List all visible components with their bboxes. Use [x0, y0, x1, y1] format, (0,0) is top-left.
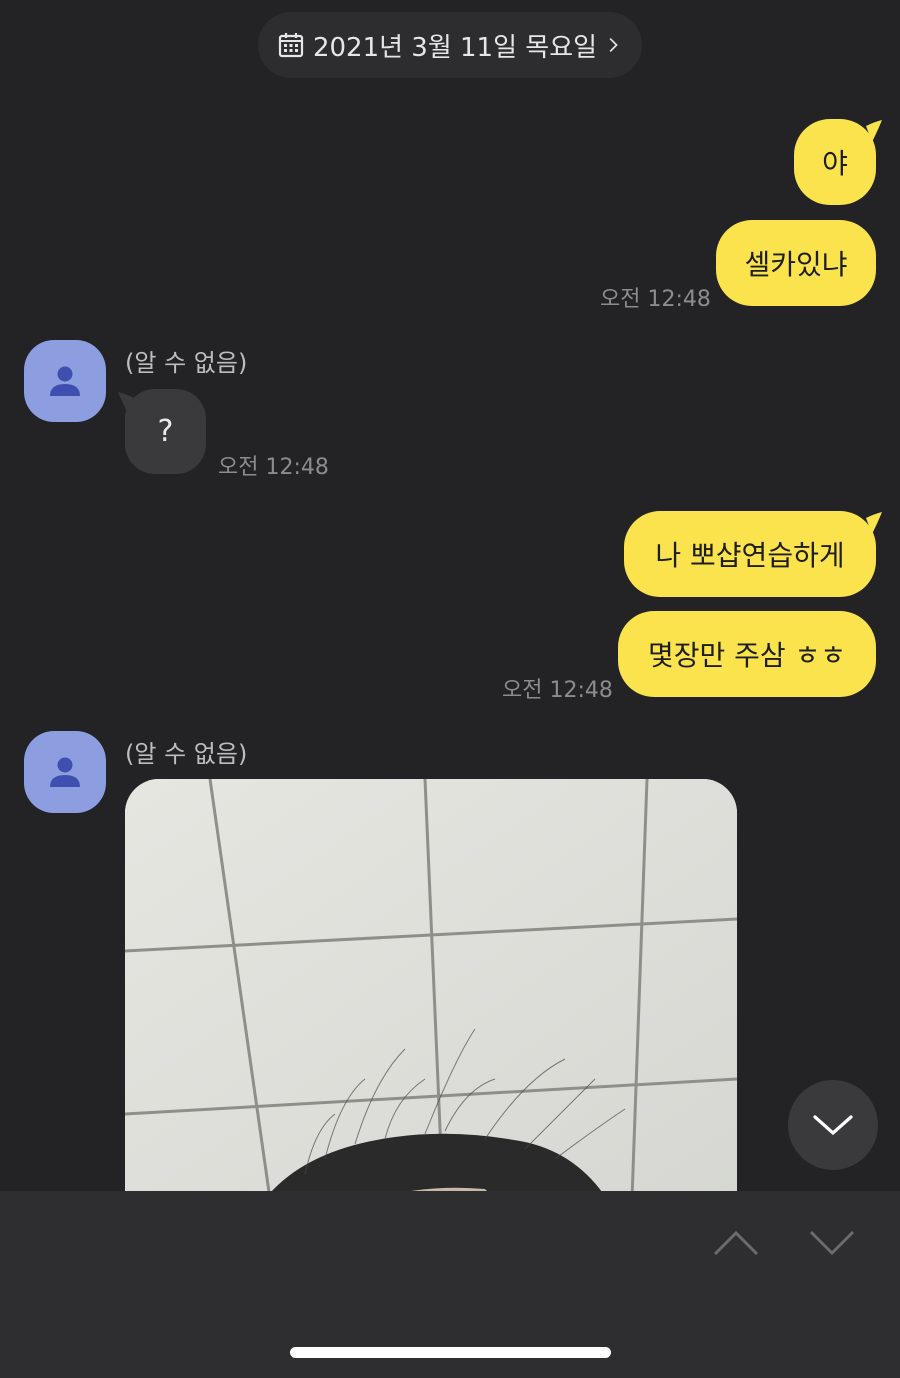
date-header[interactable]: 2021년 3월 11일 목요일	[258, 12, 642, 78]
message-time: 오전 12:48	[600, 287, 711, 312]
message-text: 야	[822, 147, 848, 180]
message-text: ?	[157, 414, 174, 449]
my-message-bubble[interactable]: 나 뽀샵연습하게	[624, 511, 876, 597]
sender-name: (알 수 없음)	[125, 349, 248, 377]
my-message-bubble[interactable]: 야	[794, 119, 876, 205]
message-text: 셀카있냐	[744, 248, 848, 281]
my-message-bubble[interactable]: 몇장만 주삼 ㅎㅎ	[618, 611, 876, 697]
message-text: 나 뽀샵연습하게	[655, 539, 845, 572]
person-icon	[50, 757, 80, 787]
date-label: 2021년 3월 11일 목요일	[312, 32, 598, 63]
chevron-down-icon	[813, 1115, 853, 1136]
bubble-tail	[866, 512, 882, 534]
photo-message[interactable]	[125, 779, 737, 1199]
message-time: 오전 12:48	[502, 678, 613, 703]
sender-name: (알 수 없음)	[125, 740, 248, 768]
photo-image	[125, 779, 737, 1199]
person-icon	[50, 366, 80, 396]
chevron-up-icon[interactable]	[712, 1228, 760, 1258]
message-text: 몇장만 주삼 ㅎㅎ	[647, 639, 847, 672]
my-message-bubble[interactable]: 셀카있냐	[716, 220, 876, 306]
other-message-bubble[interactable]: ?	[125, 389, 206, 474]
home-indicator[interactable]	[290, 1347, 611, 1358]
scroll-to-bottom-button[interactable]	[788, 1080, 878, 1170]
avatar[interactable]	[24, 731, 106, 813]
chevron-down-icon[interactable]	[808, 1228, 856, 1258]
calendar-icon	[278, 33, 304, 58]
bubble-tail	[866, 120, 882, 142]
message-time: 오전 12:48	[218, 455, 329, 480]
chevron-right-icon	[609, 37, 618, 53]
avatar[interactable]	[24, 340, 106, 422]
